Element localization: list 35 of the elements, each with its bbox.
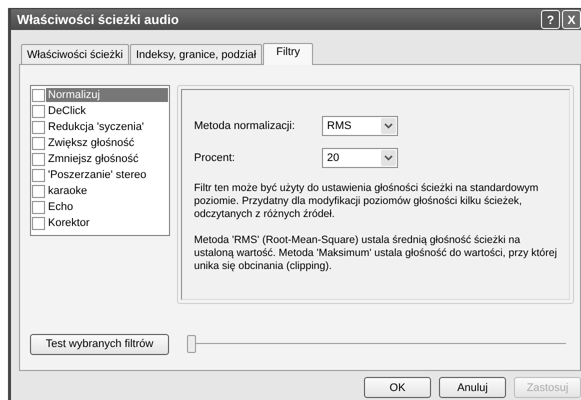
- filter-item[interactable]: DeClick: [46, 104, 88, 118]
- test-button[interactable]: Test wybranych filtrów: [30, 334, 169, 354]
- filter-item[interactable]: 'Poszerzanie' stereo: [46, 168, 148, 182]
- close-button[interactable]: X: [562, 10, 581, 29]
- checkbox[interactable]: [32, 104, 45, 118]
- tab[interactable]: Indeksy, granice, podział: [130, 44, 262, 64]
- checkbox[interactable]: [32, 216, 45, 230]
- filter-item[interactable]: Zwiększ głośność: [46, 136, 136, 150]
- filter-item[interactable]: karaoke: [46, 184, 90, 198]
- filter-item[interactable]: Normalizuj: [46, 88, 168, 102]
- filter-item[interactable]: Redukcja 'syczenia': [46, 120, 146, 134]
- filter-item[interactable]: Korektor: [46, 216, 92, 230]
- filter-item[interactable]: Zmniejsz głośność: [46, 152, 140, 166]
- tab[interactable]: Właściwości ścieżki: [21, 44, 129, 64]
- setting-label: Procent:: [194, 152, 236, 164]
- checkbox[interactable]: [32, 88, 45, 102]
- checkbox[interactable]: [32, 184, 45, 198]
- checkbox[interactable]: [32, 152, 45, 166]
- slider[interactable]: [187, 333, 566, 355]
- setting-label: Metoda normalizacji:: [194, 120, 296, 132]
- window-title: Właściwości ścieżki audio: [17, 12, 180, 27]
- checkbox[interactable]: [32, 168, 45, 182]
- dropdown[interactable]: RMS: [322, 116, 398, 136]
- checkbox[interactable]: [32, 120, 45, 134]
- description-text: Filtr ten może być użyty do ustawienia głośności ścieżki na standardowym poziomie. Przydatny dla modyfikacji poziomów głośności kilku ścieżek, odczytanych z różnych źródeł.: [194, 182, 540, 221]
- checkbox[interactable]: [32, 136, 45, 150]
- checkbox[interactable]: [32, 200, 45, 214]
- filter-item[interactable]: Echo: [46, 200, 76, 214]
- dialog-button[interactable]: Anuluj: [439, 377, 506, 398]
- help-button[interactable]: ?: [541, 10, 560, 29]
- dialog-button[interactable]: OK: [364, 377, 431, 398]
- slider-thumb[interactable]: [187, 335, 196, 353]
- dropdown[interactable]: 20: [322, 148, 398, 168]
- tab[interactable]: Filtry: [263, 43, 314, 65]
- description-text: Metoda 'RMS' (Root-Mean-Square) ustala średnią głośność ścieżki na ustaloną wartość. Metoda 'Maksimum' ustala głośność do wartości, przy której unika się obcinania (clipping).: [194, 234, 557, 273]
